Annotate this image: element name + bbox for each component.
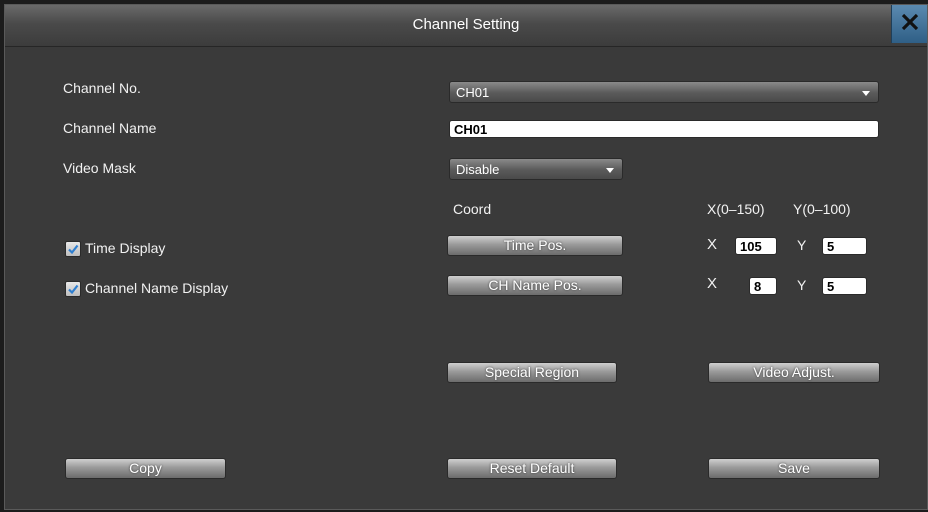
checkmark-icon [68, 244, 79, 255]
video-adjust-button[interactable]: Video Adjust. [708, 362, 880, 383]
ch-name-y-input[interactable]: 5 [822, 277, 867, 295]
ch-name-pos-button[interactable]: CH Name Pos. [447, 275, 623, 296]
time-display-label: Time Display [85, 240, 166, 256]
coord-header: Coord [453, 201, 492, 217]
channel-no-select[interactable]: CH01 [449, 81, 879, 103]
ch-name-y-label: Y [797, 277, 807, 293]
y-range-header: Y(0–100) [793, 201, 851, 217]
channel-name-label: Channel Name [63, 120, 157, 136]
copy-button[interactable]: Copy [65, 458, 226, 479]
ch-name-x-input[interactable]: 8 [749, 277, 777, 295]
time-x-label: X [707, 236, 718, 253]
close-button[interactable] [891, 5, 927, 43]
close-icon [899, 11, 921, 38]
save-button[interactable]: Save [708, 458, 880, 479]
video-mask-value: Disable [456, 162, 500, 177]
time-pos-button[interactable]: Time Pos. [447, 235, 623, 256]
chevron-down-icon [606, 168, 614, 173]
checkmark-icon [68, 284, 79, 295]
x-range-header: X(0–150) [707, 201, 765, 217]
channel-setting-dialog: Channel Setting Channel No. CH01 Channel… [4, 4, 928, 510]
title-bar: Channel Setting [5, 5, 927, 47]
video-mask-select[interactable]: Disable [449, 158, 623, 180]
time-y-input[interactable]: 5 [822, 237, 867, 255]
video-mask-label: Video Mask [63, 160, 136, 176]
special-region-button[interactable]: Special Region [447, 362, 617, 383]
reset-default-button[interactable]: Reset Default [447, 458, 617, 479]
chevron-down-icon [862, 91, 870, 96]
channel-no-value: CH01 [456, 85, 490, 100]
channel-name-display-checkbox[interactable] [65, 281, 81, 297]
time-y-label: Y [797, 237, 807, 253]
dialog-title: Channel Setting [412, 16, 520, 33]
ch-name-x-label: X [707, 275, 718, 292]
channel-no-label: Channel No. [63, 80, 141, 96]
time-x-input[interactable]: 105 [735, 237, 777, 255]
channel-name-display-label: Channel Name Display [85, 280, 229, 296]
channel-name-input[interactable]: CH01 [449, 120, 879, 138]
time-display-checkbox[interactable] [65, 241, 81, 257]
